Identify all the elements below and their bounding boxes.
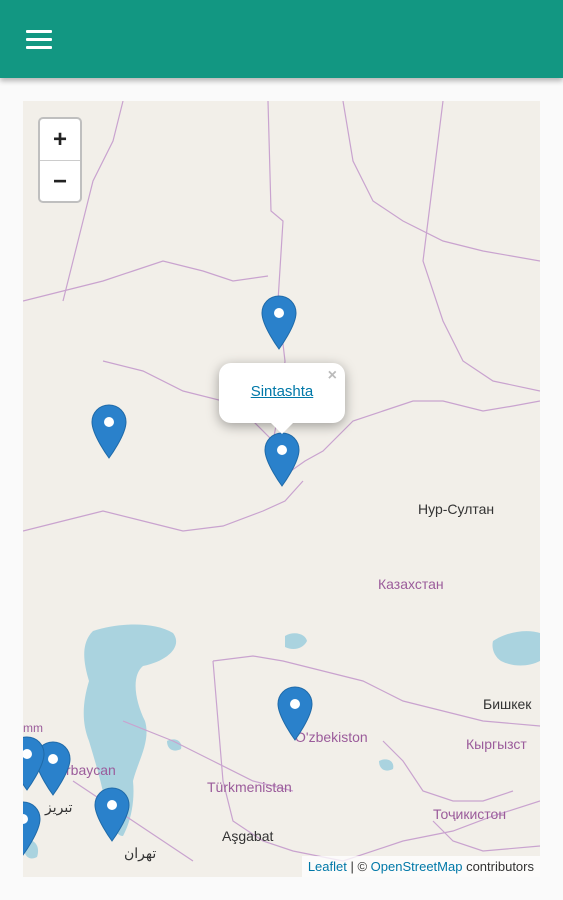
zoom-out-button[interactable]: − xyxy=(40,161,80,202)
map-view[interactable]: Нур-Султан Казахстан Бишкек Кыргызст O'z… xyxy=(23,101,540,877)
map-marker-icon[interactable] xyxy=(261,295,297,351)
label-tajikistan: Тоҷикистон xyxy=(433,806,507,822)
zoom-control: + − xyxy=(38,117,82,203)
popup-title-link[interactable]: Sintashta xyxy=(219,383,345,400)
leaflet-link[interactable]: Leaflet xyxy=(308,859,347,874)
map-attribution: Leaflet | © OpenStreetMap contributors xyxy=(301,856,540,877)
map-marker-icon[interactable] xyxy=(94,787,130,843)
marker-popup: × Sintashta xyxy=(219,363,345,434)
map-marker-icon[interactable] xyxy=(23,736,45,792)
label-armenia-partial: mm xyxy=(23,721,43,735)
label-tehran: تهران xyxy=(124,845,157,861)
label-tabriz: تبریز xyxy=(45,799,73,815)
map-tiles xyxy=(23,101,540,877)
label-kazakhstan: Казахстан xyxy=(378,576,444,592)
label-bishkek: Бишкек xyxy=(483,696,532,712)
label-azerbaijan: rbaycan xyxy=(66,762,116,778)
attribution-separator: | © xyxy=(346,859,371,874)
label-kyrgyzstan: Кыргызст xyxy=(466,736,527,752)
osm-link[interactable]: OpenStreetMap xyxy=(371,859,463,874)
app-bar xyxy=(0,0,563,78)
zoom-in-button[interactable]: + xyxy=(40,119,80,161)
hamburger-menu-icon[interactable] xyxy=(22,24,58,56)
label-nur-sultan: Нур-Султан xyxy=(418,501,495,517)
map-marker-icon[interactable] xyxy=(277,686,313,742)
map-marker-icon[interactable] xyxy=(23,801,41,857)
map-marker-icon[interactable] xyxy=(91,404,127,460)
map-marker-icon-sintashta[interactable] xyxy=(264,432,300,488)
label-turkmenistan: Türkmenistan xyxy=(207,779,292,795)
attribution-suffix: contributors xyxy=(462,859,534,874)
label-asgabat: Aşgabat xyxy=(222,828,274,844)
